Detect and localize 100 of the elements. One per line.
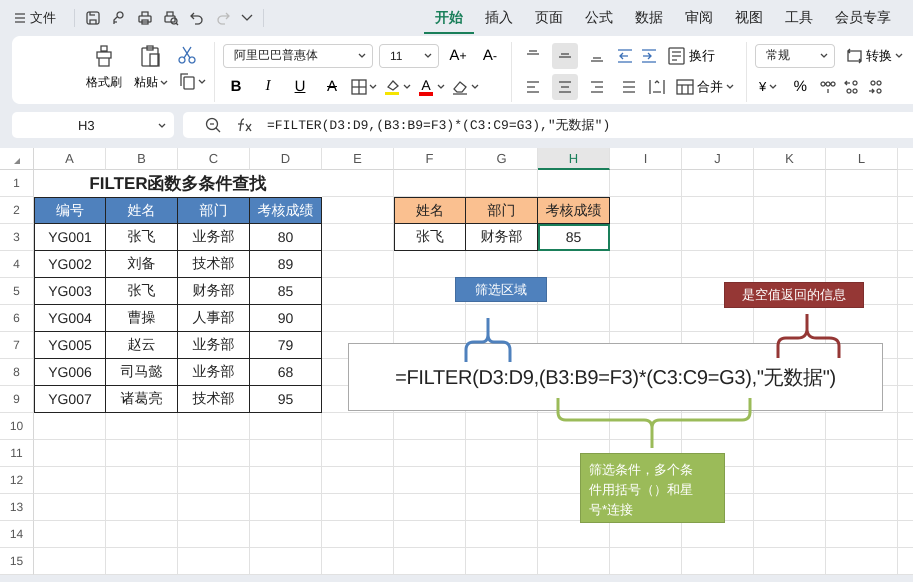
table-cell: 业务部 xyxy=(178,224,250,251)
name-box[interactable]: H3 xyxy=(12,112,174,138)
table-cell: 89 xyxy=(250,251,322,278)
formula-text: =FILTER(D3:D9,(B3:B9=F3)*(C3:C9=G3),"无数据") xyxy=(348,343,883,411)
table-cell[interactable]: 85 xyxy=(538,224,610,251)
ribbon-tab[interactable]: 工具 xyxy=(774,2,824,34)
table-cell: 80 xyxy=(250,224,322,251)
function-icon[interactable] xyxy=(235,117,253,133)
convert-icon xyxy=(845,48,863,64)
bold-button[interactable]: B xyxy=(223,74,249,100)
row-header[interactable]: 13 xyxy=(0,494,34,521)
table-cell: 赵云 xyxy=(106,332,178,359)
undo-icon[interactable] xyxy=(189,10,205,26)
font-dropdown[interactable]: 阿里巴巴普惠体 xyxy=(223,44,373,68)
print-preview-icon[interactable] xyxy=(163,10,179,26)
wrap-text-icon xyxy=(668,46,686,64)
increase-indent-icon[interactable] xyxy=(640,48,658,64)
caret-icon xyxy=(437,83,445,90)
table-cell: 79 xyxy=(250,332,322,359)
header-cell: 考核成绩 xyxy=(250,197,322,224)
menu-icon[interactable] xyxy=(14,12,26,24)
caret-icon xyxy=(471,83,479,90)
ribbon-tab[interactable]: 页面 xyxy=(524,2,574,34)
zoom-icon[interactable] xyxy=(205,117,221,133)
align-lines-icon xyxy=(590,56,604,62)
thousands-separator-icon[interactable] xyxy=(819,78,838,94)
ribbon-tab[interactable]: 会员专享 xyxy=(824,2,902,34)
header-cell: 部门 xyxy=(466,197,538,224)
merge-button[interactable]: 合并 xyxy=(672,74,738,100)
header-cell: 姓名 xyxy=(394,197,466,224)
row-header[interactable]: 14 xyxy=(0,521,34,548)
eraser-icon[interactable] xyxy=(451,78,469,94)
format-painter-button[interactable]: 格式刷 xyxy=(84,42,124,93)
ribbon-tab[interactable]: 视图 xyxy=(724,2,774,34)
scissors-icon[interactable] xyxy=(178,46,196,64)
table-cell: 90 xyxy=(250,305,322,332)
row-header[interactable]: 10 xyxy=(0,413,34,440)
convert-button[interactable]: 转换 xyxy=(841,42,907,68)
file-menu[interactable]: 文件 xyxy=(30,9,56,27)
header-cell: 编号 xyxy=(34,197,106,224)
table-cell: 85 xyxy=(250,278,322,305)
align-lines-icon xyxy=(558,53,572,58)
redo-icon xyxy=(215,10,231,26)
percent-button[interactable]: % xyxy=(787,74,814,100)
ribbon-tab[interactable]: 开始 xyxy=(424,2,474,34)
ribbon-tab[interactable]: 审阅 xyxy=(674,2,724,34)
table-cell: 诸葛亮 xyxy=(106,386,178,413)
horizontal-align-button[interactable] xyxy=(552,74,578,100)
callout-label: 筛选区域 xyxy=(455,277,547,302)
currency-button[interactable]: ¥ xyxy=(755,74,782,100)
underline-button[interactable]: U xyxy=(287,74,313,100)
caret-icon xyxy=(726,83,734,90)
font-size-dropdown[interactable]: 11 xyxy=(379,44,439,68)
caret-icon xyxy=(358,52,366,59)
table-cell: 业务部 xyxy=(178,359,250,386)
ribbon-tab[interactable]: 公式 xyxy=(574,2,624,34)
paste-button[interactable]: 粘贴 xyxy=(132,42,170,93)
copy-icon[interactable] xyxy=(178,72,196,90)
ribbon-tab[interactable]: 数据 xyxy=(624,2,674,34)
table-cell[interactable]: 张飞 xyxy=(394,224,466,251)
wrap-text-button[interactable]: 换行 xyxy=(664,42,719,68)
table-cell: 曹操 xyxy=(106,305,178,332)
distribute-icon[interactable] xyxy=(648,78,666,94)
caret-icon xyxy=(769,83,778,90)
save-icon[interactable] xyxy=(85,10,101,26)
print-icon[interactable] xyxy=(137,10,153,26)
table-cell: YG004 xyxy=(34,305,106,332)
color-bar-icon xyxy=(419,92,433,96)
caret-icon xyxy=(895,52,903,59)
number-format-dropdown[interactable]: 常规 xyxy=(755,44,835,68)
italic-button[interactable]: I xyxy=(255,74,281,100)
callout-label: 筛选条件，多个条件用括号（）和星号*连接 xyxy=(580,453,725,523)
strike-button[interactable]: A xyxy=(319,74,345,100)
font-color-button[interactable]: A xyxy=(417,78,435,96)
table-cell: 司马懿 xyxy=(106,359,178,386)
row-header[interactable]: 15 xyxy=(0,548,34,575)
table-cell: 张飞 xyxy=(106,224,178,251)
align-lines-icon xyxy=(621,78,637,94)
row-header[interactable]: 11 xyxy=(0,440,34,467)
borders-icon[interactable] xyxy=(351,78,367,94)
table-cell: 业务部 xyxy=(178,332,250,359)
table-cell: YG001 xyxy=(34,224,106,251)
table-cell: YG003 xyxy=(34,278,106,305)
decrease-indent-icon[interactable] xyxy=(616,48,634,64)
column-header[interactable]: H xyxy=(538,148,610,170)
caret-icon xyxy=(820,52,828,59)
ribbon-tab[interactable]: 插入 xyxy=(474,2,524,34)
vertical-align-button[interactable] xyxy=(552,42,578,68)
table-cell: 技术部 xyxy=(178,386,250,413)
align-lines-icon xyxy=(589,78,605,94)
table-cell: 张飞 xyxy=(106,278,178,305)
fill-color-icon[interactable] xyxy=(383,78,401,96)
header-cell: 姓名 xyxy=(106,197,178,224)
select-all-icon[interactable] xyxy=(12,157,20,165)
row-header[interactable]: 12 xyxy=(0,467,34,494)
table-cell: YG005 xyxy=(34,332,106,359)
sheet-title: FILTER函数多条件查找 xyxy=(34,170,322,197)
table-cell[interactable]: 财务部 xyxy=(466,224,538,251)
more-caret-icon[interactable] xyxy=(241,14,253,22)
caret-icon xyxy=(369,83,377,90)
